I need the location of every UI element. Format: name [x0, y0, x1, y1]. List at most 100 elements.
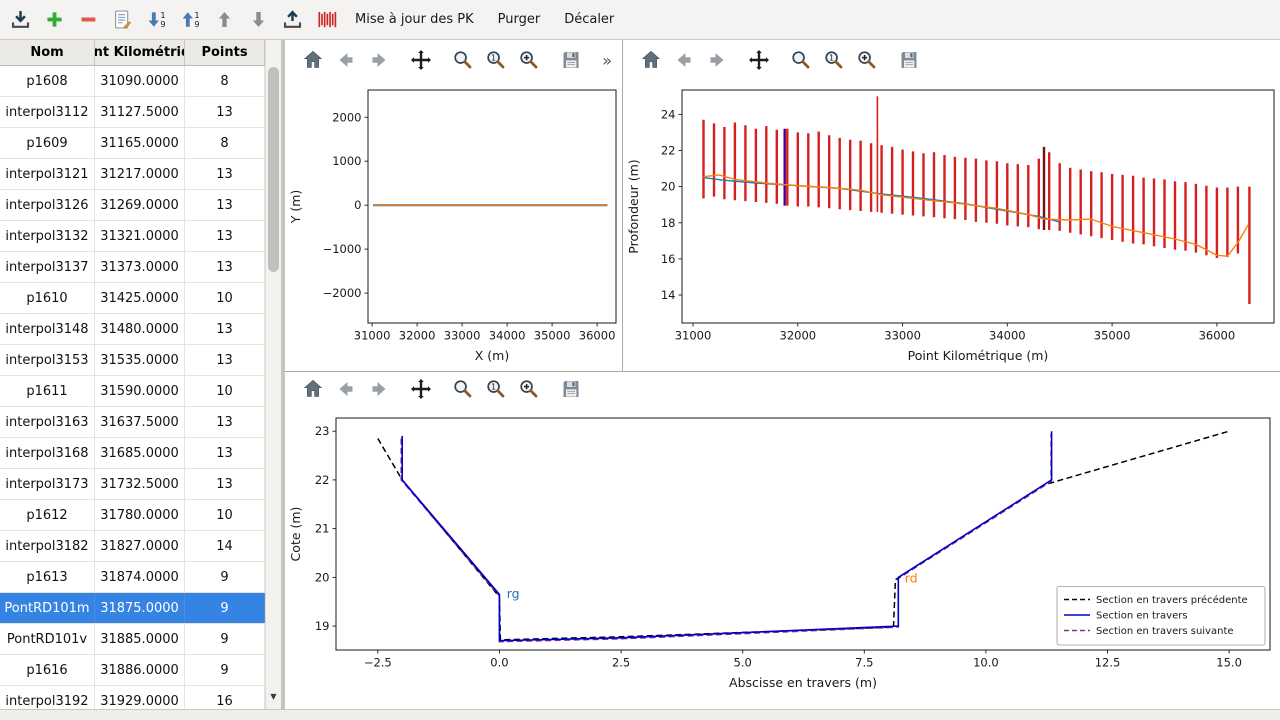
figure-depth-mount: 3100032000330003400035000360001416182022…: [623, 80, 1280, 371]
table-row[interactable]: interpol312631269.000013: [0, 190, 265, 221]
table-row[interactable]: interpol318231827.000014: [0, 531, 265, 562]
svg-text:32000: 32000: [780, 329, 817, 343]
save-icon: [559, 48, 583, 72]
svg-text:22: 22: [661, 144, 676, 158]
column-header-nom[interactable]: Nom: [0, 40, 95, 65]
cell-nom: interpol3163: [0, 407, 95, 437]
fig-section-zoom-button[interactable]: [449, 376, 476, 403]
remove-section-button[interactable]: [72, 4, 104, 36]
scrollbar-thumb[interactable]: [268, 67, 279, 272]
cell-nom: interpol3148: [0, 314, 95, 344]
sections-button[interactable]: [310, 4, 342, 36]
scroll-down-button[interactable]: ▼: [266, 692, 281, 701]
cell-pk: 31590.0000: [95, 376, 185, 406]
svg-text:−2.5: −2.5: [364, 656, 392, 670]
import-button[interactable]: [4, 4, 36, 36]
home-icon: [639, 48, 663, 72]
figure-plan-mount: 310003200033000340003500036000−2000−1000…: [285, 80, 622, 371]
cell-nom: interpol3153: [0, 345, 95, 375]
fig-xy-home-button[interactable]: [299, 47, 326, 74]
fig-section-save-button[interactable]: [557, 376, 584, 403]
fig-depth-zoom-button[interactable]: [787, 47, 814, 74]
svg-text:−1000: −1000: [323, 242, 362, 256]
fig-depth-home-button[interactable]: [637, 47, 664, 74]
import-icon: [9, 8, 32, 31]
table-row[interactable]: p161231780.000010: [0, 500, 265, 531]
cell-nom: p1612: [0, 500, 95, 530]
fig-xy-pan-button[interactable]: [407, 47, 434, 74]
fig-depth-zoomone-button[interactable]: 1: [820, 47, 847, 74]
fig-xy-back-button[interactable]: [332, 47, 359, 74]
table-row[interactable]: interpol319231929.000016: [0, 686, 265, 709]
table-row[interactable]: interpol314831480.000013: [0, 314, 265, 345]
fig-section-home-button[interactable]: [299, 376, 326, 403]
fig-depth-canvas[interactable]: 3100032000330003400035000360001416182022…: [623, 80, 1279, 372]
menu-update-pk[interactable]: Mise à jour des PK: [344, 7, 485, 32]
fig-xy-save-button[interactable]: [557, 47, 584, 74]
fig-xy-forward-button[interactable]: [365, 47, 392, 74]
fig-xy-canvas[interactable]: 310003200033000340003500036000−2000−1000…: [285, 80, 623, 372]
move-down-button[interactable]: [242, 4, 274, 36]
svg-text:22: 22: [315, 473, 330, 487]
table-row[interactable]: p161031425.000010: [0, 283, 265, 314]
table-row[interactable]: PontRD101m31875.00009: [0, 593, 265, 624]
table-scrollbar[interactable]: ▼: [265, 40, 281, 709]
column-header-pk[interactable]: Point Kilométrique: [95, 40, 185, 65]
sort-descending-button[interactable]: 19: [140, 4, 172, 36]
fig-xy-zoomone-button[interactable]: 1: [482, 47, 509, 74]
fig-section-zoomone-button[interactable]: 1: [482, 376, 509, 403]
table-row[interactable]: p161331874.00009: [0, 562, 265, 593]
figure-section-mount: −2.50.02.55.07.510.012.515.01920212223Ab…: [285, 406, 1280, 709]
sort-ascending-button[interactable]: 19: [174, 4, 206, 36]
column-header-points[interactable]: Points: [185, 40, 265, 65]
table-row[interactable]: interpol313231321.000013: [0, 221, 265, 252]
table-row[interactable]: p160931165.00008: [0, 128, 265, 159]
table-row[interactable]: p160831090.00008: [0, 66, 265, 97]
cell-points: 13: [185, 221, 265, 251]
table-row[interactable]: interpol313731373.000013: [0, 252, 265, 283]
export-button[interactable]: [276, 4, 308, 36]
pan-icon: [409, 377, 433, 401]
table-row[interactable]: interpol317331732.500013: [0, 469, 265, 500]
move-up-button[interactable]: [208, 4, 240, 36]
fig-xy-overflow-button[interactable]: »: [602, 51, 612, 70]
cell-nom: p1613: [0, 562, 95, 592]
main-area: NomPoint KilométriquePoints p160831090.0…: [0, 40, 1280, 709]
fig-depth-zoomplus-button[interactable]: [853, 47, 880, 74]
zoomplus-icon: [517, 377, 541, 401]
svg-text:23: 23: [315, 424, 330, 438]
add-section-button[interactable]: [38, 4, 70, 36]
menu-purge[interactable]: Purger: [487, 7, 552, 32]
fig-section-back-button[interactable]: [332, 376, 359, 403]
table-row[interactable]: p161631886.00009: [0, 655, 265, 686]
svg-text:34000: 34000: [489, 329, 526, 343]
cell-points: 9: [185, 655, 265, 685]
edit-section-button[interactable]: [106, 4, 138, 36]
fig-depth-save-button[interactable]: [895, 47, 922, 74]
table-row[interactable]: interpol315331535.000013: [0, 345, 265, 376]
fig-xy-zoomplus-button[interactable]: [515, 47, 542, 74]
fig-section-forward-button[interactable]: [365, 376, 392, 403]
cell-nom: p1610: [0, 283, 95, 313]
fig-depth-pan-button[interactable]: [745, 47, 772, 74]
svg-text:0: 0: [354, 198, 361, 212]
table-row[interactable]: interpol311231127.500013: [0, 97, 265, 128]
fig-xy-zoom-button[interactable]: [449, 47, 476, 74]
menu-shift[interactable]: Décaler: [553, 7, 625, 32]
table-row[interactable]: interpol312131217.000013: [0, 159, 265, 190]
fig-depth-back-button[interactable]: [670, 47, 697, 74]
svg-text:33000: 33000: [444, 329, 481, 343]
table-row[interactable]: interpol316831685.000013: [0, 438, 265, 469]
svg-text:Section en travers précédente: Section en travers précédente: [1096, 594, 1248, 606]
fig-section-pan-button[interactable]: [407, 376, 434, 403]
fig-section-zoomplus-button[interactable]: [515, 376, 542, 403]
table-row[interactable]: interpol316331637.500013: [0, 407, 265, 438]
cell-nom: interpol3173: [0, 469, 95, 499]
fig-section-canvas[interactable]: −2.50.02.55.07.510.012.515.01920212223Ab…: [285, 406, 1280, 710]
fig-depth-forward-button[interactable]: [703, 47, 730, 74]
table-row[interactable]: PontRD101v31885.00009: [0, 624, 265, 655]
table-row[interactable]: p161131590.000010: [0, 376, 265, 407]
app-toolbar: 1919 Mise à jour des PKPurgerDécaler: [0, 0, 1280, 40]
zoomone-icon: 1: [484, 377, 508, 401]
cell-points: 9: [185, 562, 265, 592]
